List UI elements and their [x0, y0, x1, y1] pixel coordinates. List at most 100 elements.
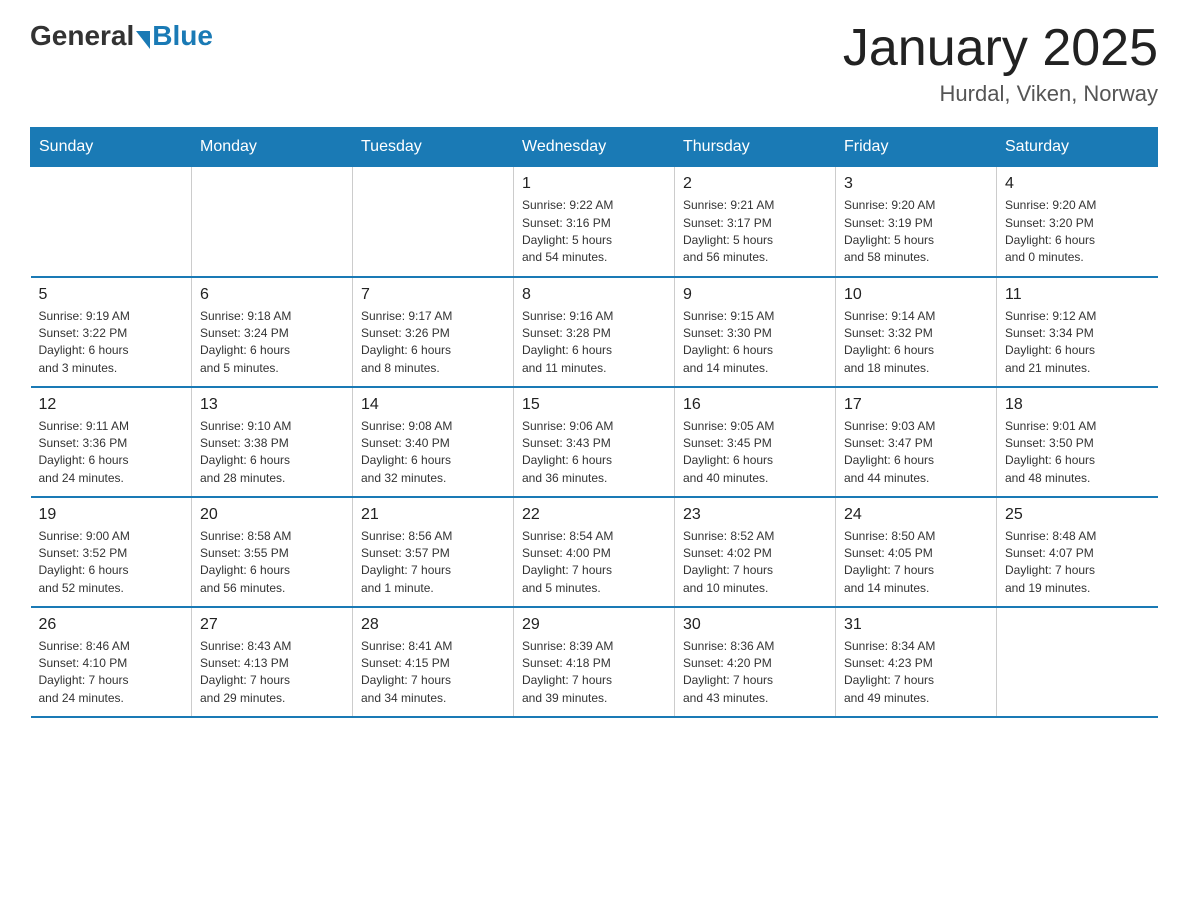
- calendar-cell: 21Sunrise: 8:56 AM Sunset: 3:57 PM Dayli…: [353, 497, 514, 607]
- logo-general-text: General: [30, 20, 134, 52]
- day-number: 19: [39, 506, 184, 524]
- calendar-cell: 2 Sunrise: 9:21 AM Sunset: 3:17 PM Daylig…: [675, 167, 836, 277]
- day-info: Sunrise: 9:08 AM Sunset: 3:40 PM Dayligh…: [361, 418, 505, 488]
- day-number: 12: [39, 396, 184, 414]
- weekday-header-thursday: Thursday: [675, 128, 836, 167]
- calendar-cell: 25 Sunrise: 8:48 AM Sunset: 4:07 PM Dayli…: [997, 497, 1158, 607]
- day-info: Sunrise: 8:34 AM Sunset: 4:23 PM Dayligh…: [844, 638, 988, 708]
- weekday-header-saturday: Saturday: [997, 128, 1158, 167]
- day-info: Sunrise: 8:56 AM Sunset: 3:57 PM Dayligh…: [361, 528, 505, 598]
- day-info: Sunrise: 9:15 AM Sunset: 3:30 PM Dayligh…: [683, 308, 827, 378]
- calendar-week-4: 26Sunrise: 8:46 AM Sunset: 4:10 PM Dayli…: [31, 607, 1158, 717]
- day-info: Sunrise: 9:22 AM Sunset: 3:16 PM Dayligh…: [522, 197, 666, 267]
- day-number: 1: [522, 175, 666, 193]
- weekday-header-row: SundayMondayTuesdayWednesdayThursdayFrid…: [31, 128, 1158, 167]
- calendar-cell: 30Sunrise: 8:36 AM Sunset: 4:20 PM Dayli…: [675, 607, 836, 717]
- day-info: Sunrise: 9:01 AM Sunset: 3:50 PM Dayligh…: [1005, 418, 1150, 488]
- day-number: 31: [844, 616, 988, 634]
- calendar-header: SundayMondayTuesdayWednesdayThursdayFrid…: [31, 128, 1158, 167]
- location-text: Hurdal, Viken, Norway: [843, 81, 1158, 107]
- calendar-week-2: 12 Sunrise: 9:11 AM Sunset: 3:36 PM Dayli…: [31, 387, 1158, 497]
- day-number: 7: [361, 286, 505, 304]
- calendar-cell: 4 Sunrise: 9:20 AM Sunset: 3:20 PM Daylig…: [997, 167, 1158, 277]
- day-info: Sunrise: 8:48 AM Sunset: 4:07 PM Dayligh…: [1005, 528, 1150, 598]
- calendar-cell: [997, 607, 1158, 717]
- day-number: 24: [844, 506, 988, 524]
- day-number: 3: [844, 175, 988, 193]
- calendar-week-3: 19 Sunrise: 9:00 AM Sunset: 3:52 PM Dayli…: [31, 497, 1158, 607]
- calendar-cell: 9 Sunrise: 9:15 AM Sunset: 3:30 PM Daylig…: [675, 277, 836, 387]
- day-info: Sunrise: 9:18 AM Sunset: 3:24 PM Dayligh…: [200, 308, 344, 378]
- calendar-cell: 13 Sunrise: 9:10 AM Sunset: 3:38 PM Dayli…: [192, 387, 353, 497]
- day-info: Sunrise: 9:21 AM Sunset: 3:17 PM Dayligh…: [683, 197, 827, 267]
- weekday-header-monday: Monday: [192, 128, 353, 167]
- calendar-cell: 10 Sunrise: 9:14 AM Sunset: 3:32 PM Dayli…: [836, 277, 997, 387]
- calendar-cell: 15 Sunrise: 9:06 AM Sunset: 3:43 PM Dayli…: [514, 387, 675, 497]
- calendar-table: SundayMondayTuesdayWednesdayThursdayFrid…: [30, 127, 1158, 718]
- logo-arrow-icon: [136, 31, 150, 49]
- day-info: Sunrise: 9:06 AM Sunset: 3:43 PM Dayligh…: [522, 418, 666, 488]
- day-number: 30: [683, 616, 827, 634]
- calendar-cell: [192, 167, 353, 277]
- calendar-cell: 27 Sunrise: 8:43 AM Sunset: 4:13 PM Dayli…: [192, 607, 353, 717]
- calendar-cell: 19 Sunrise: 9:00 AM Sunset: 3:52 PM Dayli…: [31, 497, 192, 607]
- day-info: Sunrise: 8:39 AM Sunset: 4:18 PM Dayligh…: [522, 638, 666, 708]
- day-number: 14: [361, 396, 505, 414]
- day-number: 9: [683, 286, 827, 304]
- day-info: Sunrise: 9:00 AM Sunset: 3:52 PM Dayligh…: [39, 528, 184, 598]
- calendar-cell: 7 Sunrise: 9:17 AM Sunset: 3:26 PM Daylig…: [353, 277, 514, 387]
- day-info: Sunrise: 9:11 AM Sunset: 3:36 PM Dayligh…: [39, 418, 184, 488]
- calendar-cell: 23Sunrise: 8:52 AM Sunset: 4:02 PM Dayli…: [675, 497, 836, 607]
- calendar-cell: 22Sunrise: 8:54 AM Sunset: 4:00 PM Dayli…: [514, 497, 675, 607]
- calendar-cell: 12 Sunrise: 9:11 AM Sunset: 3:36 PM Dayli…: [31, 387, 192, 497]
- calendar-cell: 8 Sunrise: 9:16 AM Sunset: 3:28 PM Daylig…: [514, 277, 675, 387]
- day-number: 28: [361, 616, 505, 634]
- day-number: 22: [522, 506, 666, 524]
- day-info: Sunrise: 8:43 AM Sunset: 4:13 PM Dayligh…: [200, 638, 344, 708]
- weekday-header-sunday: Sunday: [31, 128, 192, 167]
- calendar-cell: 24 Sunrise: 8:50 AM Sunset: 4:05 PM Dayli…: [836, 497, 997, 607]
- calendar-cell: 20Sunrise: 8:58 AM Sunset: 3:55 PM Dayli…: [192, 497, 353, 607]
- calendar-cell: 17 Sunrise: 9:03 AM Sunset: 3:47 PM Dayli…: [836, 387, 997, 497]
- weekday-header-friday: Friday: [836, 128, 997, 167]
- day-number: 13: [200, 396, 344, 414]
- day-info: Sunrise: 9:12 AM Sunset: 3:34 PM Dayligh…: [1005, 308, 1150, 378]
- calendar-cell: 28 Sunrise: 8:41 AM Sunset: 4:15 PM Dayli…: [353, 607, 514, 717]
- day-info: Sunrise: 8:50 AM Sunset: 4:05 PM Dayligh…: [844, 528, 988, 598]
- weekday-header-wednesday: Wednesday: [514, 128, 675, 167]
- day-info: Sunrise: 9:10 AM Sunset: 3:38 PM Dayligh…: [200, 418, 344, 488]
- day-info: Sunrise: 8:46 AM Sunset: 4:10 PM Dayligh…: [39, 638, 184, 708]
- day-number: 11: [1005, 286, 1150, 304]
- logo-blue-text: Blue: [152, 20, 213, 52]
- day-info: Sunrise: 9:20 AM Sunset: 3:19 PM Dayligh…: [844, 197, 988, 267]
- day-info: Sunrise: 9:17 AM Sunset: 3:26 PM Dayligh…: [361, 308, 505, 378]
- day-info: Sunrise: 9:14 AM Sunset: 3:32 PM Dayligh…: [844, 308, 988, 378]
- day-number: 18: [1005, 396, 1150, 414]
- day-number: 29: [522, 616, 666, 634]
- calendar-cell: 26Sunrise: 8:46 AM Sunset: 4:10 PM Dayli…: [31, 607, 192, 717]
- calendar-week-1: 5Sunrise: 9:19 AM Sunset: 3:22 PM Daylig…: [31, 277, 1158, 387]
- day-number: 2: [683, 175, 827, 193]
- day-number: 5: [39, 286, 184, 304]
- month-title: January 2025: [843, 20, 1158, 77]
- day-number: 25: [1005, 506, 1150, 524]
- calendar-cell: 31 Sunrise: 8:34 AM Sunset: 4:23 PM Dayli…: [836, 607, 997, 717]
- day-info: Sunrise: 8:41 AM Sunset: 4:15 PM Dayligh…: [361, 638, 505, 708]
- day-number: 17: [844, 396, 988, 414]
- calendar-cell: [353, 167, 514, 277]
- day-info: Sunrise: 9:03 AM Sunset: 3:47 PM Dayligh…: [844, 418, 988, 488]
- calendar-cell: [31, 167, 192, 277]
- day-info: Sunrise: 9:05 AM Sunset: 3:45 PM Dayligh…: [683, 418, 827, 488]
- day-info: Sunrise: 9:16 AM Sunset: 3:28 PM Dayligh…: [522, 308, 666, 378]
- day-number: 4: [1005, 175, 1150, 193]
- calendar-cell: 5Sunrise: 9:19 AM Sunset: 3:22 PM Daylig…: [31, 277, 192, 387]
- title-block: January 2025 Hurdal, Viken, Norway: [843, 20, 1158, 107]
- day-number: 6: [200, 286, 344, 304]
- calendar-cell: 11 Sunrise: 9:12 AM Sunset: 3:34 PM Dayli…: [997, 277, 1158, 387]
- day-number: 10: [844, 286, 988, 304]
- day-info: Sunrise: 9:20 AM Sunset: 3:20 PM Dayligh…: [1005, 197, 1150, 267]
- day-number: 15: [522, 396, 666, 414]
- day-number: 8: [522, 286, 666, 304]
- calendar-cell: 3 Sunrise: 9:20 AM Sunset: 3:19 PM Daylig…: [836, 167, 997, 277]
- day-number: 27: [200, 616, 344, 634]
